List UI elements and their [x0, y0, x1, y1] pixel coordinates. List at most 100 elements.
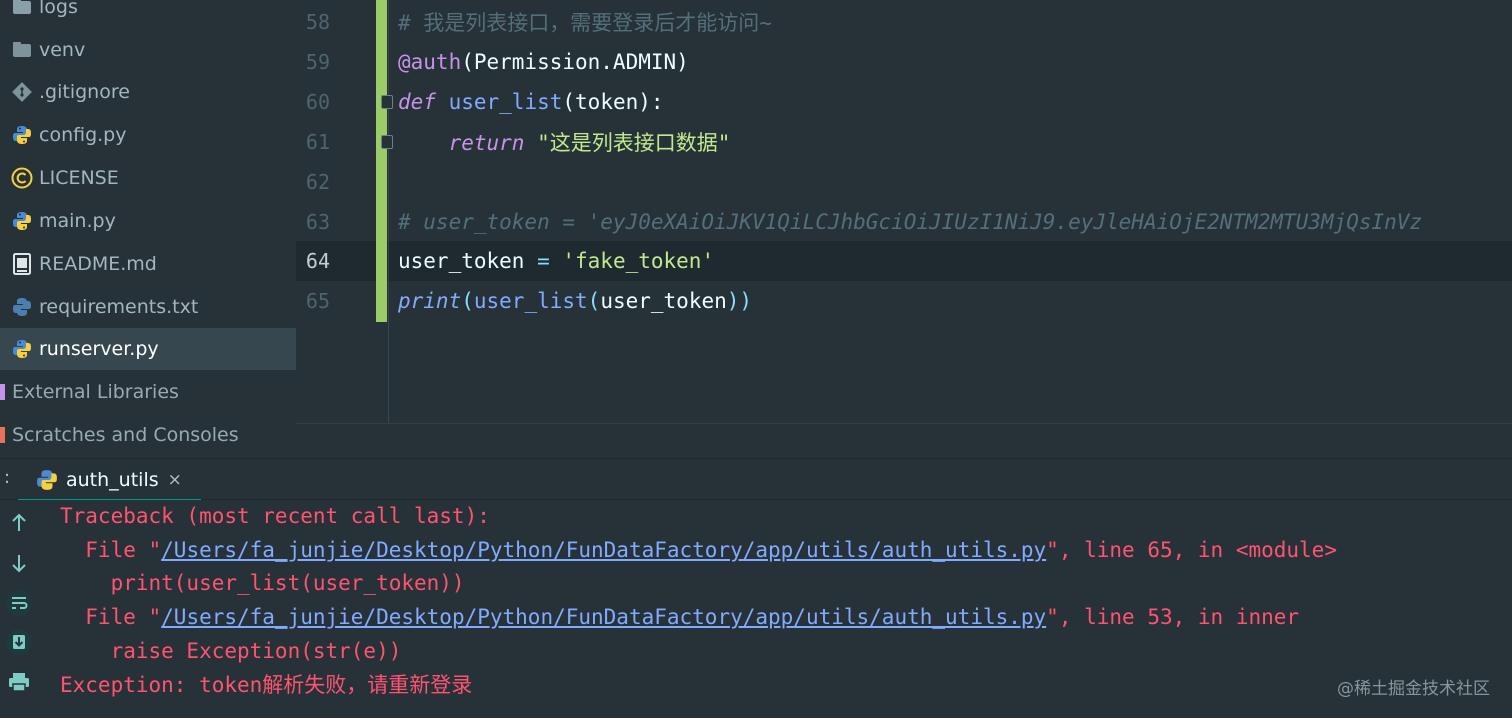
line-number[interactable]: 62: [296, 170, 330, 194]
decorator-args-token: (Permission.ADMIN): [461, 50, 689, 74]
folder-icon: [10, 38, 34, 62]
string-token: "这是列表接口数据": [537, 131, 731, 155]
code-editor[interactable]: 58 # 我是列表接口，需要登录后才能访问~ 59 @auth(Permissi…: [296, 0, 1512, 458]
tree-item-label: Scratches and Consoles: [12, 424, 239, 446]
tree-item-venv[interactable]: venv: [0, 29, 296, 71]
output-text: ", line 53, in inner: [1046, 605, 1300, 629]
code-comment: # 我是列表接口，需要登录后才能访问~: [398, 11, 772, 35]
print-icon[interactable]: [5, 668, 33, 696]
down-arrow-icon[interactable]: [5, 549, 33, 577]
tree-item-label: venv: [39, 39, 86, 61]
tree-item-license[interactable]: LICENSE: [0, 157, 296, 199]
code-text: user_token = 'fake_token': [398, 249, 714, 273]
tree-item-label: .gitignore: [39, 81, 130, 103]
tree-item-main-py[interactable]: main.py: [0, 200, 296, 242]
markdown-file-icon: [10, 252, 34, 276]
file-link[interactable]: /Users/fa_junjie/Desktop/Python/FunDataF…: [161, 538, 1046, 562]
console-output-line: raise Exception(str(e)): [60, 639, 402, 663]
copyright-icon: [10, 166, 34, 190]
tree-item-label: main.py: [39, 210, 116, 232]
tree-item-label: LICENSE: [39, 167, 119, 189]
tree-item-gitignore[interactable]: .gitignore: [0, 71, 296, 113]
tree-item-requirements[interactable]: requirements.txt: [0, 286, 296, 328]
tree-item-label: README.md: [39, 253, 157, 275]
code-line: 63 # user_token = 'eyJ0eXAiOiJKV1QiLCJhb…: [296, 202, 1512, 242]
output-text: ", line 65, in <module>: [1046, 538, 1337, 562]
tab-auth-utils[interactable]: auth_utils ×: [18, 459, 201, 502]
tree-item-label: requirements.txt: [39, 296, 199, 318]
folder-icon: [10, 0, 34, 19]
code-line: 61 return "这是列表接口数据": [296, 122, 1512, 162]
console-output-line: print(user_list(user_token)): [60, 571, 465, 595]
tree-item-label: External Libraries: [12, 381, 179, 403]
tree-item-config-py[interactable]: config.py: [0, 114, 296, 156]
line-number[interactable]: 61: [296, 130, 330, 154]
paren-token: (: [587, 289, 601, 313]
project-tree: logs venv .gitignore config.py LICENSE m…: [0, 0, 296, 458]
library-icon: [0, 380, 6, 404]
tree-item-runserver-py[interactable]: runserver.py: [0, 328, 296, 370]
indent-token: [398, 131, 449, 155]
console-output-line: Traceback (most recent call last):: [60, 504, 490, 528]
code-text: return "这是列表接口数据": [398, 127, 731, 157]
tree-item-external-libraries[interactable]: External Libraries: [0, 371, 296, 413]
code-line: 59 @auth(Permission.ADMIN): [296, 42, 1512, 82]
python-file-icon: [10, 123, 34, 147]
keyword-token: def: [398, 90, 436, 114]
python-file-icon: [36, 469, 58, 491]
console-toolbar: [0, 500, 38, 718]
code-text: print(user_list(user_token)): [398, 289, 752, 313]
run-console[interactable]: Traceback (most recent call last): File …: [0, 500, 1512, 718]
output-text: File ": [60, 538, 162, 562]
line-number[interactable]: 63: [296, 210, 330, 234]
tree-item-logs[interactable]: logs: [0, 0, 296, 28]
tab-label: auth_utils: [66, 469, 159, 491]
code-text: def user_list(token):: [398, 90, 664, 114]
paren-token: )): [726, 289, 753, 313]
code-line: 58 # 我是列表接口，需要登录后才能访问~: [296, 2, 1512, 42]
scroll-to-end-icon[interactable]: [5, 628, 33, 656]
paren-token: (: [461, 289, 474, 313]
line-number[interactable]: 59: [296, 50, 330, 74]
fold-marker-icon[interactable]: [381, 95, 393, 109]
decorator-token: @auth: [398, 50, 462, 74]
line-number[interactable]: 64: [296, 249, 330, 273]
watermark: @稀土掘金技术社区: [1337, 679, 1490, 699]
tree-item-readme[interactable]: README.md: [0, 243, 296, 285]
argument-token: user_token: [600, 289, 727, 313]
code-line: 62: [296, 162, 1512, 202]
string-token: 'fake_token': [562, 249, 715, 273]
scratches-icon: [0, 423, 6, 447]
file-link[interactable]: /Users/fa_junjie/Desktop/Python/FunDataF…: [161, 605, 1046, 629]
up-arrow-icon[interactable]: [5, 509, 33, 537]
code-comment: # user_token = 'eyJ0eXAiOiJKV1QiLCJhbGci…: [398, 210, 1423, 234]
code-line: 60 def user_list(token):: [296, 82, 1512, 122]
close-icon[interactable]: ×: [168, 470, 182, 490]
keyword-token: return: [448, 131, 525, 155]
tree-item-label: logs: [39, 0, 78, 18]
run-tab-bar: : auth_utils ×: [0, 458, 1512, 502]
console-output-line: Exception: token解析失败，请重新登录: [60, 673, 473, 697]
output-text: File ": [60, 605, 162, 629]
code-text: @auth(Permission.ADMIN): [398, 50, 689, 74]
run-label: :: [4, 467, 11, 488]
tree-item-label: config.py: [39, 124, 127, 146]
variable-token: user_token: [398, 249, 525, 273]
signature-token: (token):: [562, 90, 664, 114]
editor-bottom-border: [296, 423, 1512, 424]
line-number[interactable]: 60: [296, 90, 330, 114]
fold-marker-icon[interactable]: [381, 135, 393, 149]
line-number[interactable]: 58: [296, 10, 330, 34]
soft-wrap-icon[interactable]: [5, 589, 33, 617]
python-requirements-icon: [10, 295, 34, 319]
python-file-icon: [10, 209, 34, 233]
console-output-line: File "/Users/fa_junjie/Desktop/Python/Fu…: [60, 600, 1299, 634]
git-icon: [10, 80, 34, 104]
builtin-token: print: [398, 289, 462, 313]
python-file-icon: [10, 337, 34, 361]
tree-item-label: runserver.py: [39, 338, 159, 360]
line-number[interactable]: 65: [296, 289, 330, 313]
tree-item-scratches[interactable]: Scratches and Consoles: [0, 414, 296, 456]
code-line-current: 64 user_token = 'fake_token': [296, 241, 1512, 281]
console-output-line: File "/Users/fa_junjie/Desktop/Python/Fu…: [60, 533, 1337, 567]
